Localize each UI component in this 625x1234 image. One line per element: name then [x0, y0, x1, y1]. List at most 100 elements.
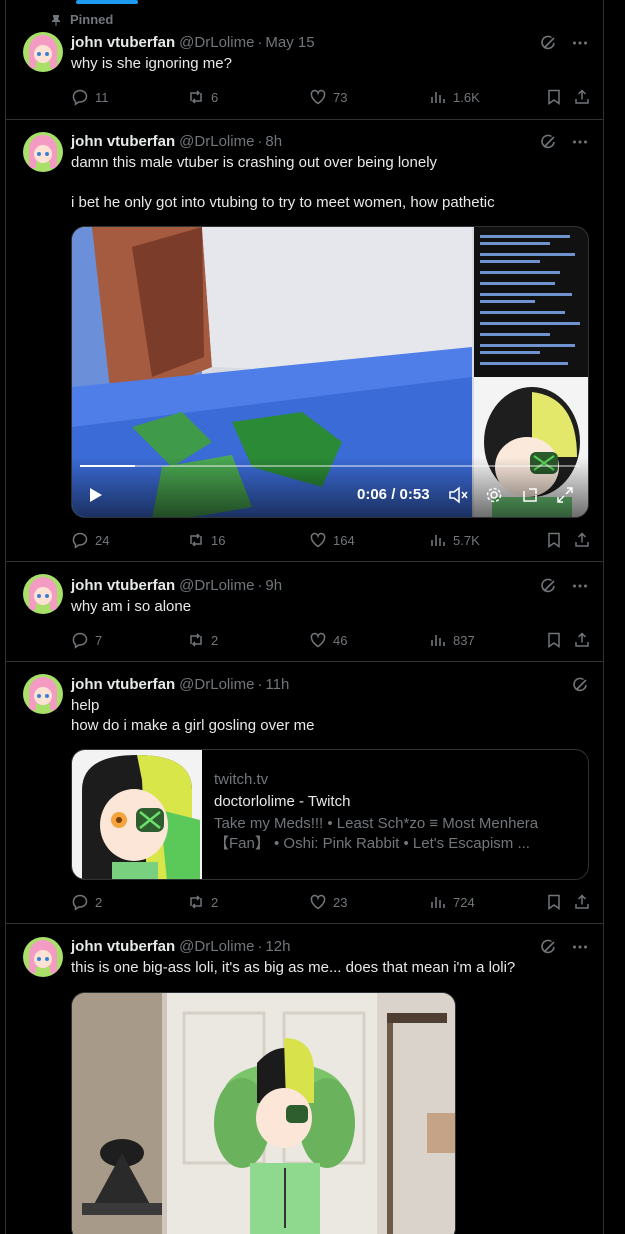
separator-dot: · [257, 576, 263, 594]
avatar[interactable] [23, 32, 63, 72]
reply-icon [72, 632, 88, 649]
video-progress-bar[interactable] [80, 465, 580, 467]
post-time[interactable]: 9h [265, 577, 282, 594]
grok-icon[interactable] [539, 133, 557, 151]
repost-button[interactable]: 6 [187, 87, 218, 107]
author-handle[interactable]: @DrLolime [179, 34, 254, 51]
avatar[interactable] [23, 674, 63, 714]
like-button[interactable]: 23 [309, 892, 347, 912]
post-actions: 7 2 46 837 [71, 630, 589, 650]
reply-button[interactable]: 2 [71, 892, 102, 912]
reply-button[interactable]: 11 [71, 87, 109, 107]
share-button[interactable] [573, 87, 591, 107]
author-handle[interactable]: @DrLolime [179, 133, 254, 150]
settings-icon[interactable] [485, 486, 503, 504]
grok-icon[interactable] [539, 34, 557, 52]
author-name[interactable]: john vtuberfan [71, 938, 175, 955]
link-card-description: Take my Meds!!! • Least Sch*zo ≡ Most Me… [214, 815, 539, 852]
like-button[interactable]: 164 [309, 530, 355, 550]
post-header: john vtuberfan @DrLolime · May 15 [71, 32, 315, 52]
more-icon[interactable] [571, 577, 589, 595]
link-card[interactable]: twitch.tv doctorlolime - Twitch Take my … [71, 749, 589, 880]
author-name[interactable]: john vtuberfan [71, 577, 175, 594]
grok-icon[interactable] [539, 938, 557, 956]
repost-count: 2 [211, 894, 219, 910]
more-icon[interactable] [571, 938, 589, 956]
author-handle[interactable]: @DrLolime [179, 577, 254, 594]
post-top-actions [539, 577, 589, 595]
post[interactable]: john vtuberfan @DrLolime · 8h damn this … [6, 120, 603, 562]
author-handle[interactable]: @DrLolime [179, 938, 254, 955]
share-button[interactable] [573, 530, 591, 550]
post-time[interactable]: 12h [265, 938, 290, 955]
separator-dot: · [257, 937, 263, 955]
post-actions: 2 2 23 724 [71, 892, 589, 912]
grok-icon[interactable] [539, 577, 557, 595]
fullscreen-icon[interactable] [556, 486, 574, 504]
post[interactable]: john vtuberfan @DrLolime · 12h this is o… [6, 924, 603, 1234]
heart-icon [310, 894, 326, 910]
post[interactable]: john vtuberfan @DrLolime · 9h why am i s… [6, 562, 603, 662]
like-count: 73 [333, 89, 348, 105]
bookmark-button[interactable] [545, 87, 563, 107]
more-icon[interactable] [571, 133, 589, 151]
more-icon[interactable] [571, 34, 589, 52]
post-text: damn this male vtuber is crashing out ov… [71, 154, 495, 211]
link-card-title: doctorlolime - Twitch [214, 793, 351, 810]
link-card-domain: twitch.tv [214, 771, 269, 788]
post-image[interactable] [71, 992, 456, 1234]
post-actions: 24 16 164 5.7K [71, 530, 589, 550]
video-player[interactable]: 0:06 / 0:53 [71, 226, 589, 518]
post-time[interactable]: 11h [265, 676, 289, 693]
like-count: 23 [333, 894, 348, 910]
share-button[interactable] [573, 630, 591, 650]
reply-button[interactable]: 24 [71, 530, 109, 550]
view-count: 724 [453, 894, 475, 910]
reply-button[interactable]: 7 [71, 630, 102, 650]
avatar[interactable] [23, 937, 63, 977]
heart-icon [310, 532, 326, 548]
views-button[interactable]: 837 [429, 630, 475, 650]
post-header: john vtuberfan @DrLolime · 8h [71, 131, 282, 151]
views-button[interactable]: 1.6K [429, 87, 480, 107]
play-icon[interactable] [86, 486, 104, 504]
like-button[interactable]: 73 [309, 87, 347, 107]
mute-icon[interactable] [448, 486, 468, 504]
post[interactable]: john vtuberfan @DrLolime · 11h help how … [6, 662, 603, 924]
avatar-image [23, 132, 63, 172]
views-button[interactable]: 5.7K [429, 530, 480, 550]
views-icon [431, 897, 445, 908]
repost-button[interactable]: 2 [187, 892, 218, 912]
avatar[interactable] [23, 132, 63, 172]
share-button[interactable] [573, 892, 591, 912]
heart-icon [310, 632, 326, 648]
repost-button[interactable]: 16 [187, 530, 225, 550]
pip-icon[interactable] [521, 486, 539, 504]
view-count: 837 [453, 632, 475, 648]
reply-count: 2 [95, 894, 103, 910]
bookmark-button[interactable] [545, 630, 563, 650]
separator-dot: · [257, 33, 263, 51]
post-time[interactable]: 8h [265, 133, 282, 150]
post[interactable]: Pinned john vtuberfan @DrLolime · May 15 [6, 0, 603, 120]
grok-icon[interactable] [571, 676, 589, 694]
bookmark-button[interactable] [545, 892, 563, 912]
post-time[interactable]: May 15 [265, 34, 314, 51]
post-text: help how do i make a girl gosling over m… [71, 697, 315, 734]
author-name[interactable]: john vtuberfan [71, 133, 175, 150]
like-button[interactable]: 46 [309, 630, 347, 650]
bookmark-button[interactable] [545, 530, 563, 550]
share-icon [575, 632, 589, 647]
views-button[interactable]: 724 [429, 892, 475, 912]
like-count: 46 [333, 632, 348, 648]
post-top-actions [539, 133, 589, 151]
author-handle[interactable]: @DrLolime [179, 676, 254, 693]
repost-button[interactable]: 2 [187, 630, 218, 650]
avatar-image [23, 674, 63, 714]
avatar[interactable] [23, 574, 63, 614]
repost-icon [190, 633, 202, 647]
author-name[interactable]: john vtuberfan [71, 676, 175, 693]
author-name[interactable]: john vtuberfan [71, 34, 175, 51]
like-count: 164 [333, 532, 355, 548]
reply-count: 7 [95, 632, 103, 648]
